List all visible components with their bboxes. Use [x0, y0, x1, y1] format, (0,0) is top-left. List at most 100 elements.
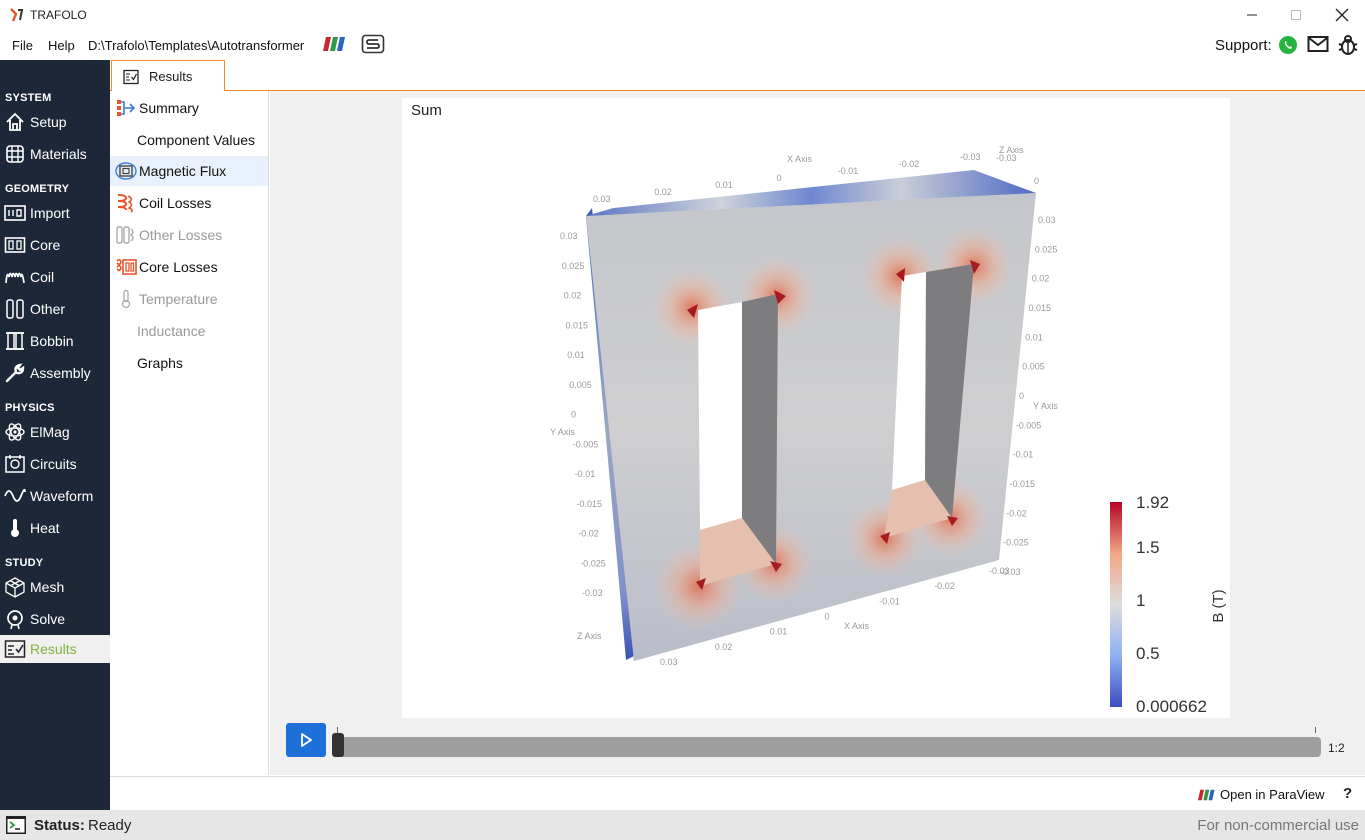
mail-icon[interactable]: [1307, 35, 1329, 53]
menu-bar: File Help D:\Trafolo\Templates\Autotrans…: [0, 30, 1365, 60]
y-axis-title-right: Y Axis: [1033, 401, 1058, 411]
colorbar-tick-label: 1: [1136, 591, 1145, 610]
paraview-icon[interactable]: [323, 35, 347, 53]
close-button[interactable]: [1322, 3, 1362, 27]
y-axis-tick-label: -0.01: [1013, 450, 1034, 460]
x-axis-tick-label: 0.03: [660, 657, 678, 667]
tab-strip: Results: [110, 60, 1365, 92]
list-item-label: Coil Losses: [139, 195, 212, 211]
wave-icon: [4, 485, 26, 507]
colorbar-max-label: 1.92: [1136, 493, 1169, 512]
circuit-icon: [4, 453, 26, 475]
other-icon: [4, 298, 26, 320]
y-axis-tick-label: -0.01: [575, 469, 596, 479]
colorbar-min-label: 0.000662: [1136, 697, 1207, 716]
status-label: Status:: [34, 817, 85, 834]
sidebar-item-label: Materials: [30, 146, 87, 162]
sidebar-item-coil[interactable]: Coil: [0, 263, 110, 291]
list-item-summary[interactable]: Summary: [110, 93, 268, 123]
y-axis-tick-label: 0: [1019, 391, 1024, 401]
project-path: D:\Trafolo\Templates\Autotransformer: [88, 38, 305, 53]
y-axis-tick-label: 0.01: [1025, 332, 1043, 342]
list-item-coil-losses[interactable]: Coil Losses: [110, 188, 268, 218]
y-axis-tick-label: 0.005: [569, 380, 592, 390]
x-axis-tick-label: 0.03: [593, 194, 611, 204]
x-axis-tick-label: -0.02: [899, 159, 920, 169]
x-axis-tick-label: 0.02: [654, 187, 672, 197]
core-render[interactable]: 0.03 0.02 0.01 0 -0.01 -0.02 -0.03 0.03 0.025 0.0…: [402, 98, 1230, 718]
sidebar-item-setup[interactable]: Setup: [0, 108, 110, 136]
list-item-component-values[interactable]: Component Values: [110, 125, 268, 155]
section-study: STUDY: [5, 557, 44, 569]
list-item-core-losses[interactable]: Core Losses: [110, 252, 268, 282]
sidebar-item-core[interactable]: Core: [0, 231, 110, 259]
status-value: Ready: [88, 817, 132, 834]
section-system: SYSTEM: [5, 92, 52, 104]
sidebar-item-bobbin[interactable]: Bobbin: [0, 327, 110, 355]
x-axis-tick-label: -0.01: [838, 166, 859, 176]
render-view[interactable]: Sum 0.03 0.02 0.01 0 -0.01 -0.02 -0.03 0…: [402, 98, 1230, 718]
coil-icon: [4, 266, 26, 288]
y-axis-title-left: Y Axis: [550, 427, 575, 437]
list-item-inductance[interactable]: Inductance: [110, 316, 268, 346]
section-geometry: GEOMETRY: [5, 183, 70, 195]
y-axis-tick-label: 0: [571, 410, 576, 420]
simulation-icon[interactable]: [361, 34, 385, 54]
whatsapp-icon[interactable]: [1278, 35, 1298, 55]
x-axis-tick-label: 0.01: [770, 627, 788, 637]
minimize-button[interactable]: [1232, 3, 1272, 27]
status-bar: Status: Ready For non-commercial use: [0, 810, 1365, 840]
time-slider-handle[interactable]: [332, 733, 344, 757]
sidebar-item-label: ElMag: [30, 424, 70, 440]
y-axis-tick-label: -0.005: [1016, 420, 1042, 430]
coil-losses-icon: [115, 192, 137, 214]
y-axis-tick-label: 0.01: [567, 350, 585, 360]
list-item-label: Component Values: [137, 132, 256, 148]
sidebar-item-label: Waveform: [30, 488, 94, 504]
tab-results[interactable]: Results: [111, 60, 225, 92]
sidebar-item-circuits[interactable]: Circuits: [0, 450, 110, 478]
time-slider[interactable]: [336, 737, 1321, 757]
y-axis-tick-label: 0.03: [560, 231, 578, 241]
sidebar-item-solve[interactable]: Solve: [0, 605, 110, 633]
sidebar-item-label: Bobbin: [30, 333, 74, 349]
list-item-other-losses[interactable]: Other Losses: [110, 220, 268, 250]
other-losses-icon: [115, 224, 137, 246]
colorbar-title: B (T): [1210, 589, 1227, 622]
sidebar-item-mesh[interactable]: Mesh: [0, 573, 110, 601]
x-axis-tick-label: 0: [777, 173, 782, 183]
sidebar-item-other[interactable]: Other: [0, 295, 110, 323]
maximize-icon: [1291, 10, 1301, 20]
menu-file[interactable]: File: [12, 38, 33, 53]
sidebar-item-results[interactable]: Results: [0, 635, 110, 663]
sidebar-item-assembly[interactable]: Assembly: [0, 359, 110, 387]
results-list: Summary Component Values Magnetic Flux C…: [110, 91, 269, 775]
menu-help[interactable]: Help: [48, 38, 75, 53]
bug-report-icon[interactable]: [1338, 34, 1358, 56]
play-button[interactable]: [286, 723, 326, 757]
y-axis-tick-label: -0.02: [1006, 508, 1027, 518]
list-item-magnetic-flux[interactable]: Magnetic Flux: [110, 156, 268, 186]
maximize-button[interactable]: [1276, 3, 1316, 27]
terminal-icon[interactable]: [5, 815, 27, 835]
open-in-paraview-label: Open in ParaView: [1220, 787, 1325, 802]
sidebar-item-import[interactable]: Import: [0, 199, 110, 227]
colorbar-tick-label: 0.5: [1136, 644, 1160, 663]
y-axis-tick-label: -0.015: [1010, 479, 1036, 489]
list-item-graphs[interactable]: Graphs: [110, 348, 268, 378]
help-button[interactable]: ?: [1343, 785, 1352, 802]
play-icon: [301, 733, 312, 747]
core-icon: [4, 234, 26, 256]
sidebar-item-heat[interactable]: Heat: [0, 514, 110, 542]
open-in-paraview-button[interactable]: Open in ParaView: [1198, 787, 1325, 802]
bobbin-icon: [4, 330, 26, 352]
x-axis-tick-label: -0.03: [989, 566, 1010, 576]
x-axis-tick-label: -0.02: [934, 581, 955, 591]
list-item-label: Temperature: [139, 291, 218, 307]
sidebar-item-waveform[interactable]: Waveform: [0, 482, 110, 510]
list-item-label: Inductance: [137, 323, 206, 339]
y-axis-tick-label: -0.025: [1003, 538, 1029, 548]
list-item-temperature[interactable]: Temperature: [110, 284, 268, 314]
sidebar-item-elmag[interactable]: ElMag: [0, 418, 110, 446]
sidebar-item-materials[interactable]: Materials: [0, 140, 110, 168]
